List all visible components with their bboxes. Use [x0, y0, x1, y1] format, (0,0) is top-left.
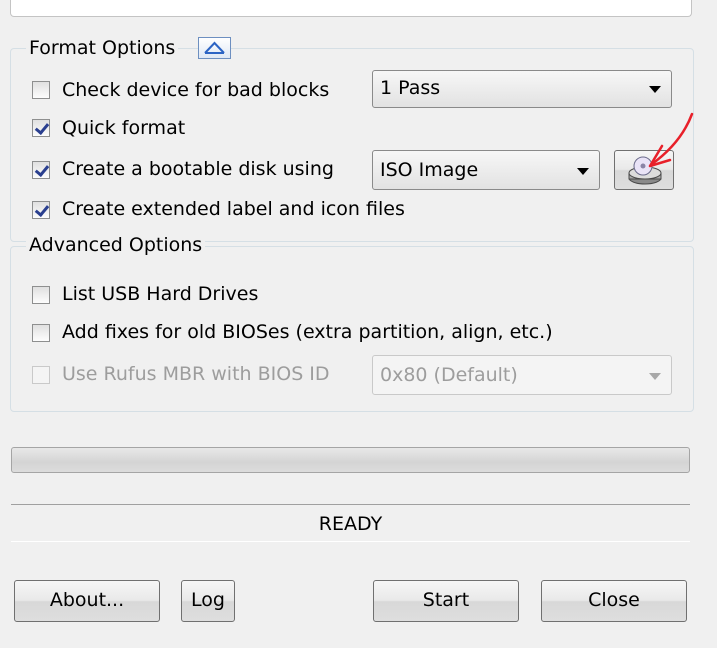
status-bar: READY	[11, 504, 690, 542]
log-button[interactable]: Log	[181, 580, 235, 622]
bios-id-select[interactable]: 0x80 (Default)	[372, 355, 672, 395]
boot-type-value: ISO Image	[380, 159, 479, 181]
bad-blocks-label: Check device for bad blocks	[62, 79, 330, 101]
rufus-mbr-checkbox[interactable]	[32, 366, 50, 384]
rufus-mbr-label: Use Rufus MBR with BIOS ID	[62, 363, 330, 385]
progress-bar	[11, 447, 690, 473]
bootable-label: Create a bootable disk using	[62, 158, 334, 180]
status-text: READY	[318, 513, 383, 535]
old-bios-checkbox[interactable]	[32, 324, 50, 342]
passes-select[interactable]: 1 Pass	[372, 70, 672, 108]
quick-format-checkbox[interactable]	[32, 119, 50, 137]
bootable-checkbox[interactable]	[32, 161, 50, 179]
quick-format-label: Quick format	[62, 117, 186, 139]
close-button[interactable]: Close	[541, 580, 687, 622]
extended-label-label: Create extended label and icon files	[62, 198, 405, 220]
chevron-up-icon	[204, 41, 225, 54]
advanced-options-title: Advanced Options	[26, 234, 206, 256]
chevron-down-icon	[577, 168, 589, 175]
old-bios-label: Add fixes for old BIOSes (extra partitio…	[62, 321, 553, 343]
bad-blocks-checkbox[interactable]	[32, 81, 50, 99]
red-arrow-annotation	[648, 112, 694, 168]
extended-label-checkbox[interactable]	[32, 201, 50, 219]
collapse-toggle-button[interactable]	[198, 37, 231, 59]
passes-value: 1 Pass	[380, 77, 441, 99]
bios-id-value: 0x80 (Default)	[380, 364, 518, 386]
about-button[interactable]: About...	[14, 580, 160, 622]
start-button[interactable]: Start	[373, 580, 519, 622]
device-field-partial[interactable]	[10, 0, 692, 17]
list-usb-checkbox[interactable]	[32, 286, 50, 304]
list-usb-label: List USB Hard Drives	[62, 283, 259, 305]
boot-type-select[interactable]: ISO Image	[372, 150, 600, 190]
chevron-down-icon	[649, 86, 661, 93]
chevron-down-icon	[649, 373, 661, 380]
format-options-title: Format Options	[26, 37, 179, 59]
